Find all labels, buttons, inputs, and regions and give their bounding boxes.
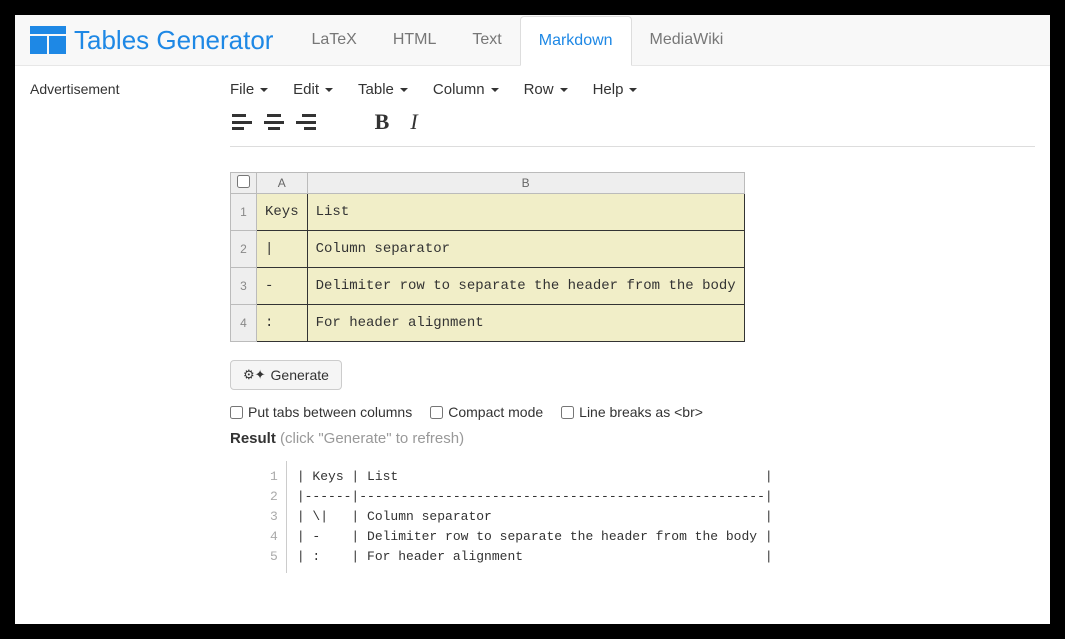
col-header-b[interactable]: B (307, 173, 744, 194)
result-code[interactable]: 12345 | Keys | List ||------|-----------… (230, 461, 1035, 573)
navbar: Tables Generator LaTeX HTML Text Markdow… (15, 15, 1050, 66)
tab-text[interactable]: Text (454, 16, 519, 64)
cell[interactable]: For header alignment (307, 305, 744, 342)
option-br[interactable]: Line breaks as <br> (561, 404, 703, 420)
menu-row[interactable]: Row (524, 81, 568, 98)
chevron-down-icon (400, 88, 408, 92)
align-center-button[interactable] (262, 110, 286, 134)
brand-icon (30, 26, 66, 54)
menu-edit[interactable]: Edit (293, 81, 333, 98)
align-right-button[interactable] (294, 110, 318, 134)
menu-file[interactable]: File (230, 81, 268, 98)
cell[interactable]: Delimiter row to separate the header fro… (307, 268, 744, 305)
row-header[interactable]: 3 (231, 268, 257, 305)
code-body[interactable]: | Keys | List ||------|-----------------… (287, 461, 783, 573)
bold-button[interactable]: B (370, 110, 394, 134)
italic-button[interactable]: I (402, 110, 426, 134)
table-editor[interactable]: A B 1 Keys List 2 | Column separator 3 -… (230, 172, 745, 342)
menu-help[interactable]: Help (593, 81, 638, 98)
advertisement-label: Advertisement (30, 81, 200, 97)
select-all-checkbox[interactable] (231, 173, 257, 194)
toolbar: B I (230, 110, 1035, 147)
tab-latex[interactable]: LaTeX (293, 16, 374, 64)
cell[interactable]: - (257, 268, 308, 305)
checkbox-compact[interactable] (430, 406, 443, 419)
generate-button[interactable]: ⚙✦ Generate (230, 360, 342, 390)
brand-text: Tables Generator (74, 25, 273, 56)
tab-html[interactable]: HTML (375, 16, 455, 64)
tab-markdown[interactable]: Markdown (520, 16, 632, 66)
sidebar: Advertisement (30, 81, 200, 573)
result-header: Result (click "Generate" to refresh) (230, 430, 1035, 447)
chevron-down-icon (325, 88, 333, 92)
menu-column[interactable]: Column (433, 81, 499, 98)
cell[interactable]: | (257, 231, 308, 268)
cell[interactable]: List (307, 194, 744, 231)
brand-link[interactable]: Tables Generator (30, 25, 273, 56)
gear-icon: ⚙✦ (243, 367, 266, 383)
cell[interactable]: Column separator (307, 231, 744, 268)
chevron-down-icon (629, 88, 637, 92)
cell[interactable]: : (257, 305, 308, 342)
chevron-down-icon (260, 88, 268, 92)
checkbox-br[interactable] (561, 406, 574, 419)
option-compact[interactable]: Compact mode (430, 404, 543, 420)
row-header[interactable]: 4 (231, 305, 257, 342)
chevron-down-icon (560, 88, 568, 92)
table-row: 3 - Delimiter row to separate the header… (231, 268, 745, 305)
cell[interactable]: Keys (257, 194, 308, 231)
option-tabs[interactable]: Put tabs between columns (230, 404, 412, 420)
menubar: File Edit Table Column Row Help (230, 81, 1035, 110)
table-row: 1 Keys List (231, 194, 745, 231)
menu-table[interactable]: Table (358, 81, 408, 98)
row-header[interactable]: 1 (231, 194, 257, 231)
table-row: 2 | Column separator (231, 231, 745, 268)
checkbox-tabs[interactable] (230, 406, 243, 419)
table-row: 4 : For header alignment (231, 305, 745, 342)
format-tabs: LaTeX HTML Text Markdown MediaWiki (293, 15, 741, 66)
tab-mediawiki[interactable]: MediaWiki (632, 16, 742, 64)
row-header[interactable]: 2 (231, 231, 257, 268)
chevron-down-icon (491, 88, 499, 92)
col-header-a[interactable]: A (257, 173, 308, 194)
code-gutter: 12345 (230, 461, 287, 573)
align-left-button[interactable] (230, 110, 254, 134)
